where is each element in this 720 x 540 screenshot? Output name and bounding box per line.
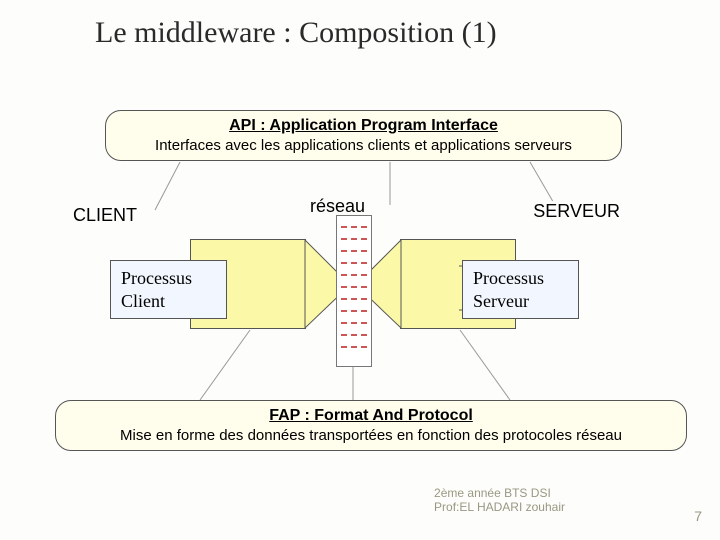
api-subtext: Interfaces avec les applications clients… <box>116 137 611 154</box>
fap-box: FAP : Format And Protocol Mise en forme … <box>55 400 687 451</box>
footer-line2: Prof:EL HADARI zouhair <box>434 500 565 514</box>
slide-title: Le middleware : Composition (1) <box>95 16 497 50</box>
page-number: 7 <box>694 508 702 524</box>
reseau-label: réseau <box>310 196 365 217</box>
processus-serveur-box: Processus Serveur <box>462 260 579 319</box>
fap-subtext: Mise en forme des données transportées e… <box>66 427 676 444</box>
footer-credit: 2ème année BTS DSI Prof:EL HADARI zouhai… <box>434 486 565 514</box>
footer-line1: 2ème année BTS DSI <box>434 486 565 500</box>
serveur-label: SERVEUR <box>500 201 620 222</box>
network-column <box>336 215 372 367</box>
api-box: API : Application Program Interface Inte… <box>105 110 622 161</box>
processus-client-box: Processus Client <box>110 260 227 319</box>
fap-header: FAP : Format And Protocol <box>66 407 676 425</box>
api-header: API : Application Program Interface <box>116 117 611 135</box>
client-label: CLIENT <box>73 205 137 226</box>
